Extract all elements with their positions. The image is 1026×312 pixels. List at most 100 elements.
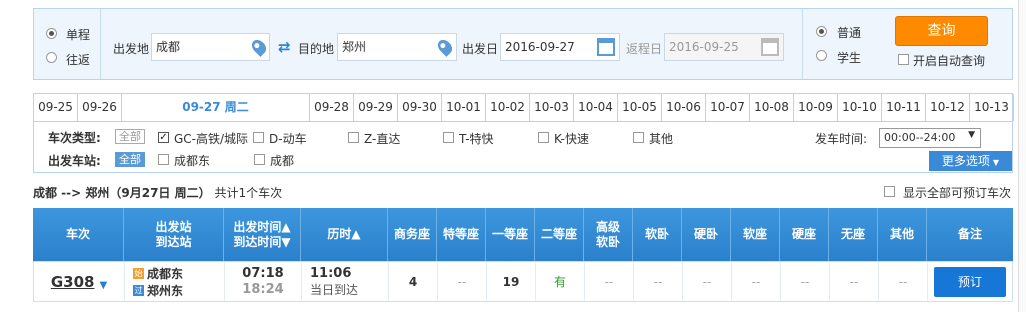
- depart-time-select[interactable]: 00:00--24:00 ▼: [879, 128, 981, 148]
- column-header: 二等座: [535, 208, 584, 261]
- to-label: 目的地: [298, 42, 335, 56]
- date-tab[interactable]: 10-09: [794, 94, 838, 121]
- column-header: 高级 软卧: [584, 208, 633, 261]
- date-tab[interactable]: 09-27 周二: [122, 94, 310, 123]
- date-tab[interactable]: 10-08: [750, 94, 794, 121]
- times-cell: 07:18 18:24: [225, 262, 302, 301]
- soft-sleeper-cell: --: [634, 262, 683, 301]
- other-cell: --: [879, 262, 928, 301]
- train-type-all-chip[interactable]: 全部: [115, 129, 145, 144]
- column-header: 软座: [731, 208, 780, 261]
- station-checkbox[interactable]: [254, 154, 265, 165]
- date-tab[interactable]: 10-03: [530, 94, 574, 121]
- from-label: 出发地: [113, 42, 150, 56]
- arrive-time: 18:24: [242, 281, 284, 297]
- train-count: 共计1个车次: [214, 186, 283, 200]
- date-tab[interactable]: 09-29: [354, 94, 398, 121]
- duration: 11:06: [310, 265, 352, 281]
- date-tab[interactable]: 10-06: [662, 94, 706, 121]
- train-type-option: K-快速: [554, 132, 589, 146]
- date-tabs: 09-25 09-26 09-27 周二 09-28 09-29 09-30 10-01 10…: [33, 93, 1026, 123]
- date-tab[interactable]: 10-11: [882, 94, 926, 121]
- date-tab[interactable]: 10-10: [838, 94, 882, 121]
- calendar-icon[interactable]: [597, 38, 615, 56]
- train-type-checkbox[interactable]: [348, 132, 359, 143]
- column-header: 无座: [829, 208, 878, 261]
- column-header[interactable]: 历时▲: [301, 208, 388, 261]
- depart-station[interactable]: 成都东: [147, 265, 183, 282]
- column-header: 硬卧: [682, 208, 731, 261]
- query-button[interactable]: 查询: [895, 16, 988, 46]
- more-options-label: 更多选项: [941, 154, 990, 168]
- show-all-checkbox[interactable]: [884, 186, 895, 197]
- hard-sleeper-cell: --: [683, 262, 732, 301]
- depart-date-label: 出发日: [462, 42, 499, 56]
- more-options-button[interactable]: 更多选项 ▼: [929, 151, 1012, 171]
- result-summary: 成都 --> 郑州（9月27日 周二） 共计1个车次: [33, 184, 282, 201]
- passenger-normal-radio[interactable]: [816, 26, 827, 37]
- date-tab[interactable]: 10-05: [618, 94, 662, 121]
- train-type-checkbox[interactable]: [443, 132, 454, 143]
- scrollbar[interactable]: [1018, 0, 1026, 312]
- divider: [802, 9, 803, 79]
- hard-seat-cell: --: [781, 262, 830, 301]
- train-type-checkbox[interactable]: [538, 132, 549, 143]
- train-type-option: D-动车: [269, 132, 307, 146]
- expand-arrow-icon[interactable]: ▼: [99, 280, 107, 291]
- chevron-down-icon: ▼: [992, 158, 1000, 167]
- date-tab[interactable]: 10-13: [970, 94, 1014, 121]
- adv-soft-sleeper-cell: --: [585, 262, 634, 301]
- round-trip-radio[interactable]: [46, 52, 57, 63]
- table-row: G308 ▼ 始成都东 过郑州东 07:18 18:24 11:06 当日到达 …: [33, 261, 1013, 302]
- start-tag: 始: [133, 267, 144, 279]
- route-text: 成都 --> 郑州（9月27日 周二）: [33, 186, 211, 200]
- station-option: 成都: [270, 154, 295, 168]
- swap-icon[interactable]: ⇄: [278, 38, 291, 56]
- duration-cell: 11:06 当日到达: [302, 262, 389, 301]
- column-header: 硬座: [780, 208, 829, 261]
- train-number-link[interactable]: G308: [51, 273, 95, 291]
- book-button[interactable]: 预订: [934, 267, 1006, 297]
- date-tab[interactable]: 10-04: [574, 94, 618, 121]
- divider: [100, 9, 101, 79]
- show-all-label: 显示全部可预订车次: [903, 186, 1012, 200]
- station-checkbox[interactable]: [158, 154, 169, 165]
- station-all-chip[interactable]: 全部: [115, 152, 145, 167]
- filter-panel: 车次类型: 全部 出发车站: 全部 成都东 成都 发车时间: 00:00--24…: [33, 121, 1013, 173]
- date-tab[interactable]: 09-28: [310, 94, 354, 121]
- no-seat-cell: --: [830, 262, 879, 301]
- date-tab[interactable]: 10-07: [706, 94, 750, 121]
- column-header: 出发站 到达站: [124, 208, 224, 261]
- date-tab[interactable]: 10-01: [442, 94, 486, 121]
- train-type-checkbox[interactable]: [158, 132, 169, 143]
- column-header: 一等座: [486, 208, 535, 261]
- date-tab[interactable]: 10-12: [926, 94, 970, 121]
- arrive-day: 当日到达: [310, 282, 359, 297]
- train-type-option: T-特快: [459, 132, 494, 146]
- chevron-down-icon: ▼: [968, 130, 975, 140]
- date-tab[interactable]: 09-26: [78, 94, 122, 121]
- date-tab[interactable]: 09-30: [398, 94, 442, 121]
- calendar-icon[interactable]: [761, 38, 779, 56]
- return-date-label: 返程日: [626, 42, 663, 56]
- column-header: 商务座: [388, 208, 437, 261]
- train-type-checkbox[interactable]: [633, 132, 644, 143]
- auto-query-checkbox[interactable]: [898, 54, 909, 65]
- column-header[interactable]: 出发时间▲ 到达时间▼: [224, 208, 301, 261]
- station-label: 出发车站:: [48, 154, 101, 168]
- train-type-option: Z-直达: [364, 132, 401, 146]
- one-way-label: 单程: [66, 28, 91, 42]
- column-header: 软卧: [633, 208, 682, 261]
- train-type-label: 车次类型:: [48, 131, 101, 145]
- train-type-checkbox[interactable]: [253, 132, 264, 143]
- train-type-option: 其他: [649, 132, 674, 146]
- one-way-radio[interactable]: [46, 28, 57, 39]
- arrive-station[interactable]: 郑州东: [147, 282, 183, 299]
- date-tab[interactable]: 10-02: [486, 94, 530, 121]
- auto-query-label: 开启自动查询: [913, 54, 986, 68]
- passenger-student-radio[interactable]: [816, 50, 827, 61]
- column-header: 其他: [878, 208, 927, 261]
- train-number-cell: G308 ▼: [34, 262, 125, 301]
- date-tab[interactable]: 09-25: [34, 94, 78, 121]
- special-seat-cell: --: [438, 262, 487, 301]
